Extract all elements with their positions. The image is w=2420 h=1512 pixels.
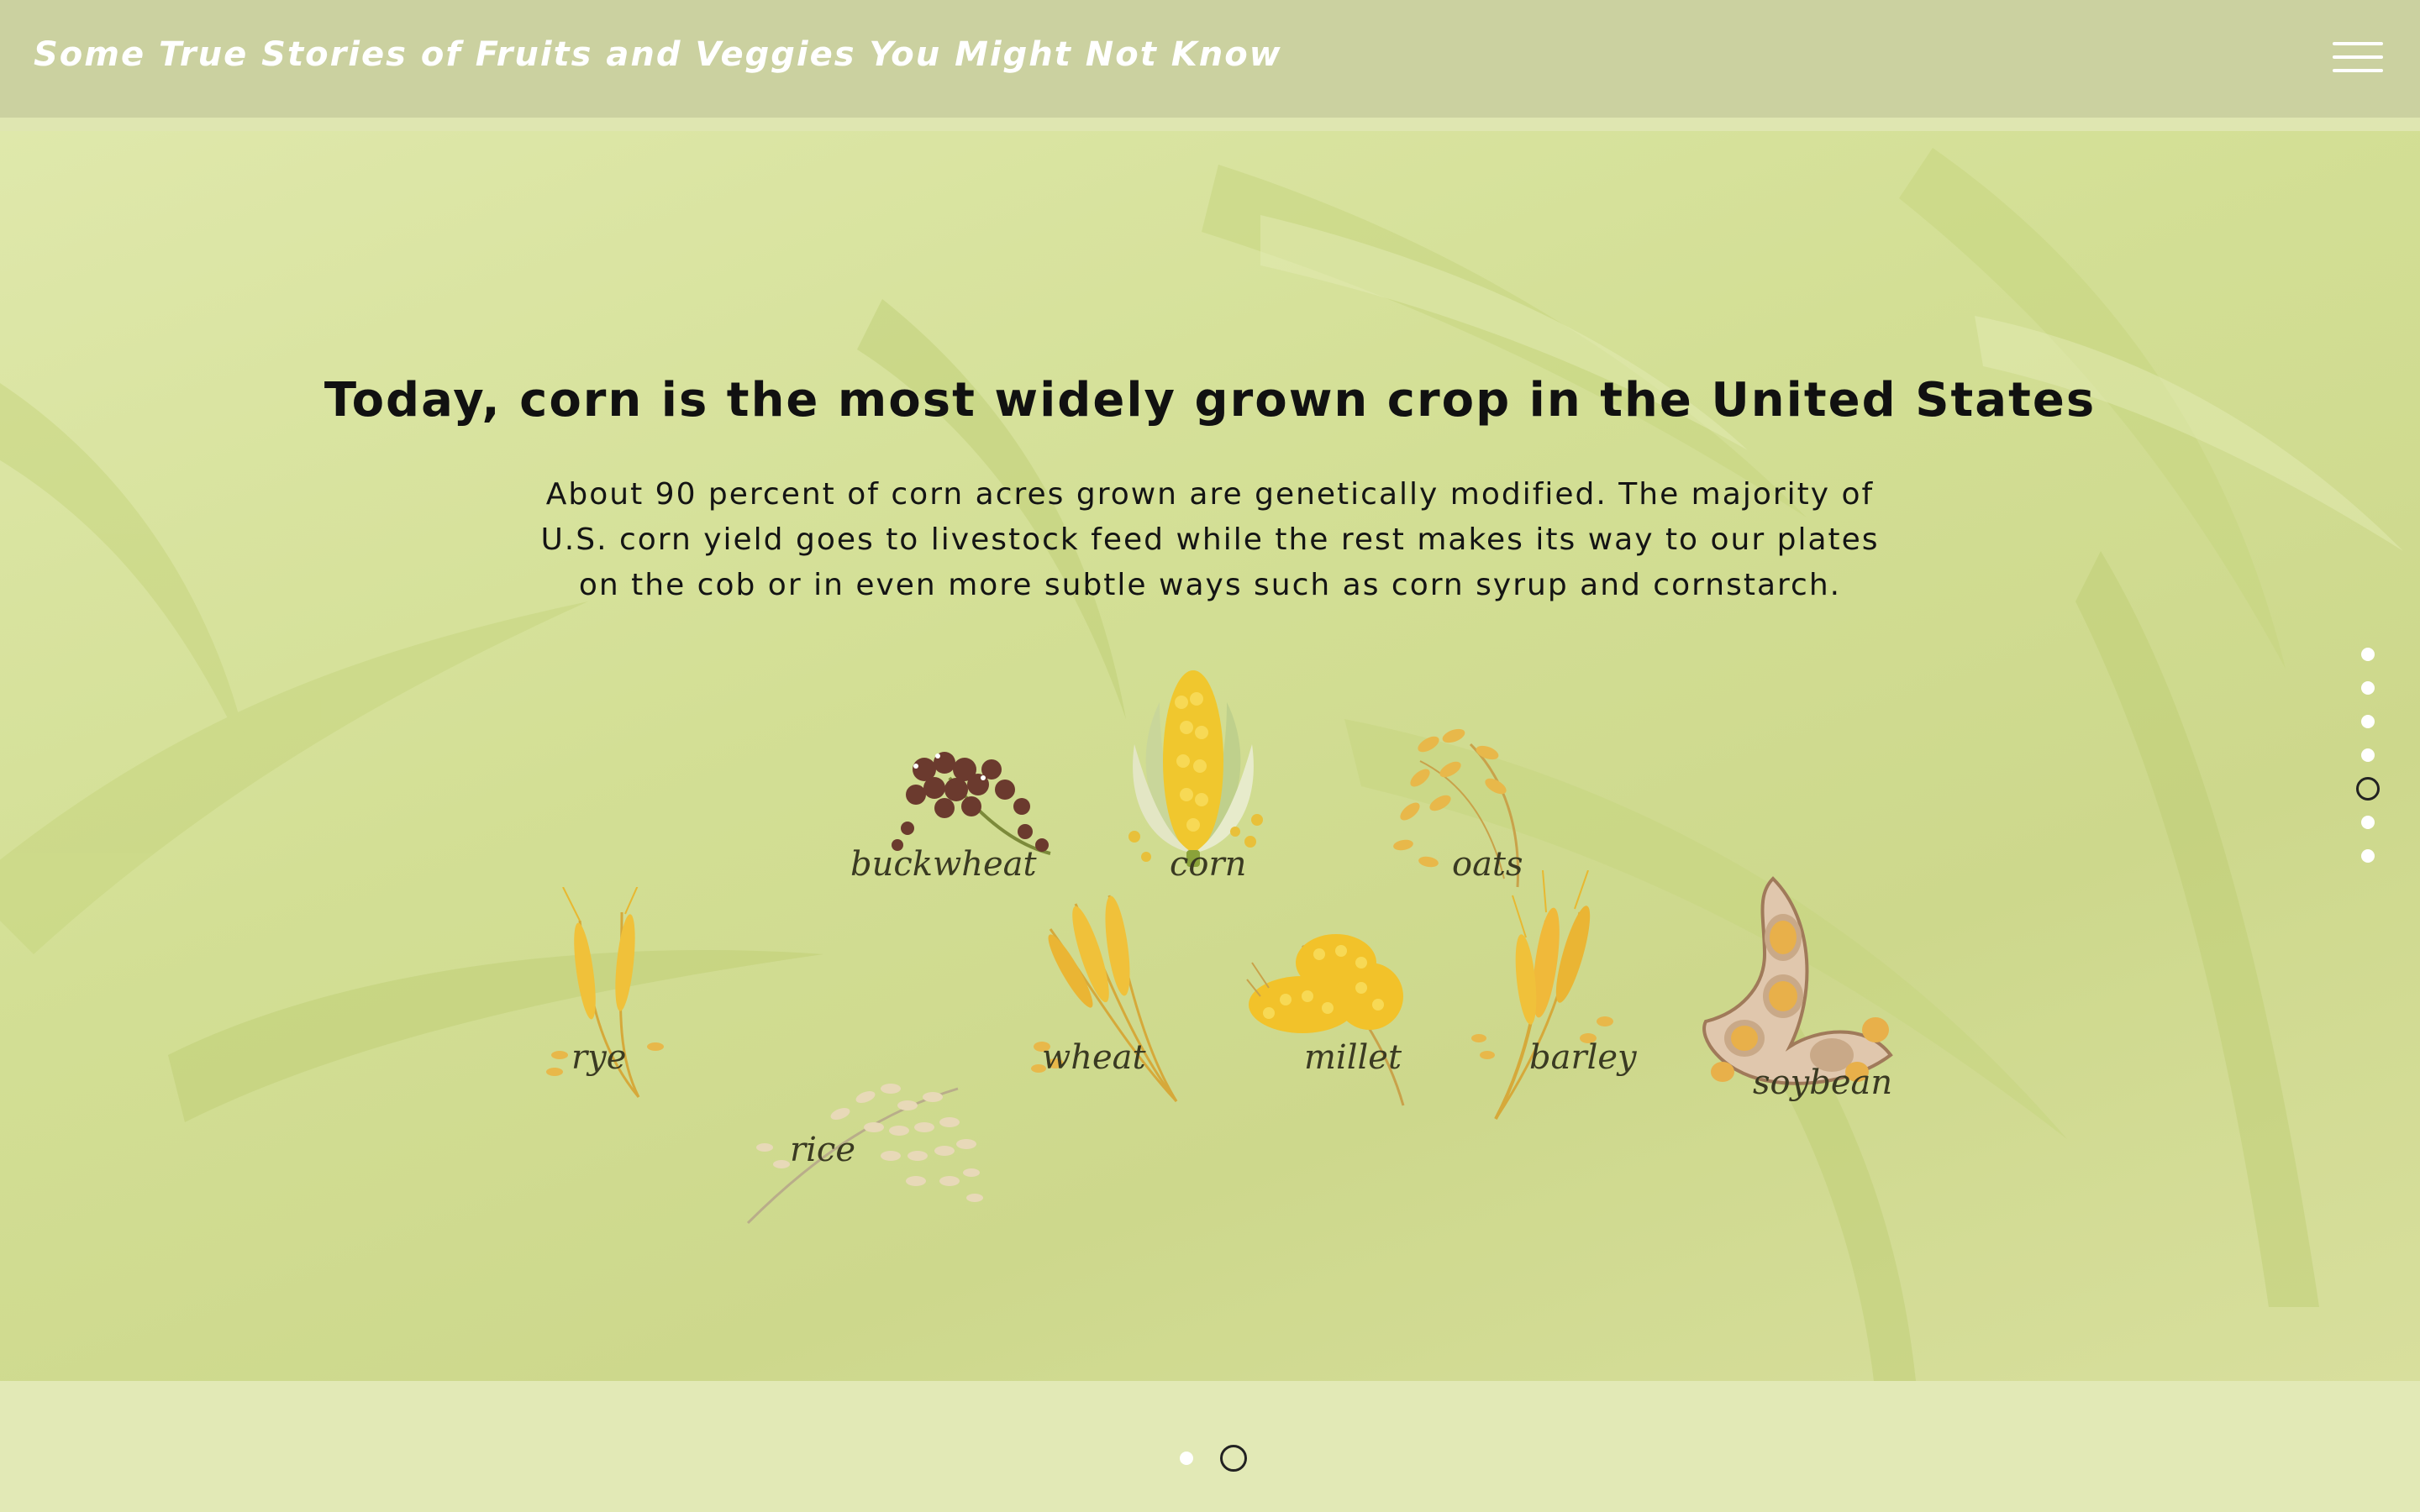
- crop-soybean[interactable]: soybean: [1689, 870, 1899, 1122]
- crop-buckwheat[interactable]: buckwheat: [850, 719, 1076, 887]
- slide-dot-2-active[interactable]: [1220, 1445, 1247, 1472]
- section-dot-5-active[interactable]: [2356, 777, 2380, 801]
- section-dot-1[interactable]: [2361, 648, 2375, 661]
- section-dot-2[interactable]: [2361, 681, 2375, 695]
- rice-icon: [746, 1084, 983, 1225]
- slide-body: About 90 percent of corn acres grown are…: [540, 477, 1880, 602]
- crop-label-rye: rye: [571, 1038, 627, 1077]
- millet-icon: [1246, 934, 1405, 1106]
- crop-barley[interactable]: barley: [1462, 870, 1637, 1122]
- site-header: Some True Stories of Fruits and Veggies …: [0, 0, 2420, 118]
- slide-dot-1[interactable]: [1180, 1452, 1193, 1465]
- section-dot-6[interactable]: [2361, 816, 2375, 829]
- section-dot-3[interactable]: [2361, 715, 2375, 728]
- crop-wheat[interactable]: wheat: [1025, 879, 1193, 1105]
- crop-corn[interactable]: corn: [1109, 652, 1277, 895]
- barley-icon: [1471, 870, 1613, 1120]
- crop-label-soybean: soybean: [1753, 1063, 1893, 1102]
- crop-label-barley: barley: [1529, 1038, 1637, 1077]
- slide-footer: [0, 1381, 2420, 1512]
- header-divider: [0, 118, 2420, 131]
- slide-headline: Today, corn is the most widely grown cro…: [324, 373, 2096, 428]
- section-dot-7[interactable]: [2361, 849, 2375, 863]
- hero-section: Today, corn is the most widely grown cro…: [0, 131, 2420, 1381]
- hamburger-icon[interactable]: [2333, 39, 2386, 76]
- crop-rye[interactable]: rye: [529, 887, 672, 1105]
- crop-rice[interactable]: rice: [739, 1063, 992, 1231]
- crop-label-buckwheat: buckwheat: [850, 845, 1037, 884]
- section-dot-4[interactable]: [2361, 748, 2375, 762]
- crop-millet[interactable]: millet: [1235, 912, 1428, 1114]
- crop-label-rice: rice: [790, 1131, 855, 1169]
- site-title[interactable]: Some True Stories of Fruits and Veggies …: [34, 35, 1282, 74]
- crop-label-millet: millet: [1304, 1038, 1402, 1077]
- crop-label-wheat: wheat: [1042, 1038, 1146, 1077]
- crop-oats[interactable]: oats: [1370, 711, 1538, 895]
